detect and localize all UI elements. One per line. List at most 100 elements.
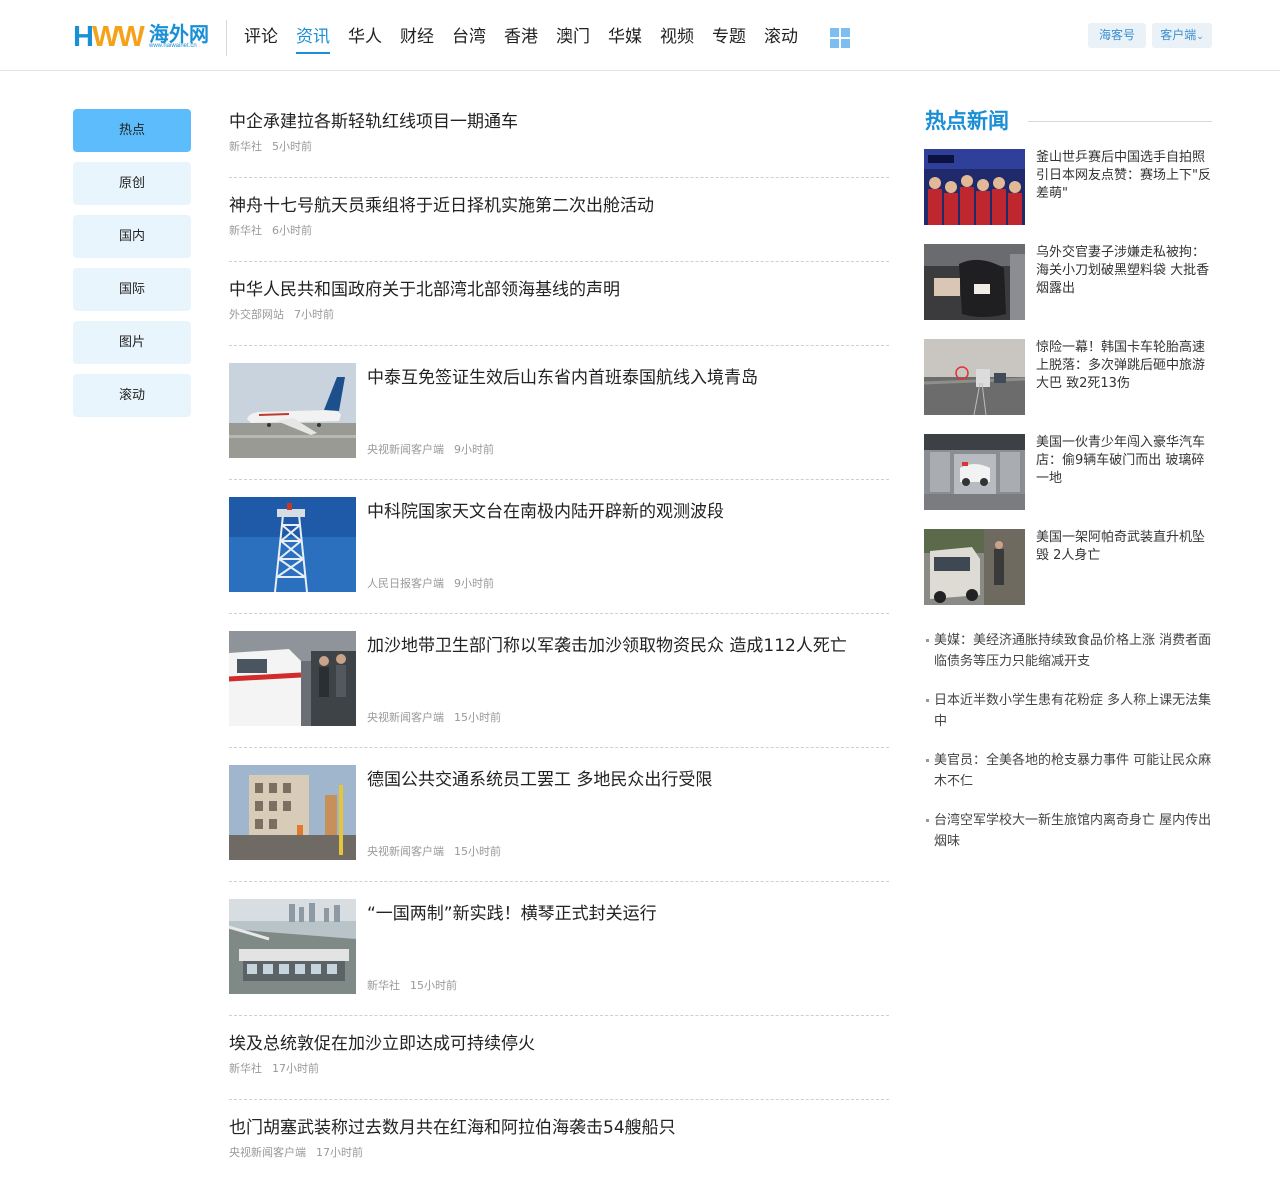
site-logo[interactable]: HWW 海外网 www.haiwainet.cn [73,22,213,52]
category-menu: 热点 原创 国内 国际 图片 滚动 [73,109,191,427]
nav-item-chinese-media[interactable]: 华媒 [608,24,642,54]
news-meta: 央视新闻客户端 9小时前 [367,443,494,457]
hot-news-text[interactable]: 美国一架阿帕奇武装直升机坠毁 2人身亡 [1036,529,1212,565]
menu-item-rolling[interactable]: 滚动 [73,374,191,417]
news-source: 央视新闻客户端 [367,711,444,724]
news-title[interactable]: 中科院国家天文台在南极内陆开辟新的观测波段 [367,500,724,524]
news-item: “一国两制”新实践！横琴正式封关运行 新华社 15小时前 [229,882,889,1016]
news-meta: 人民日报客户端 9小时前 [367,577,494,591]
hot-news-thumbnail-cigarettes[interactable] [924,244,1025,320]
news-source: 新华社 [229,140,262,153]
news-title[interactable]: 德国公共交通系统员工罢工 多地民众出行受限 [367,768,712,792]
nav-item-taiwan[interactable]: 台湾 [452,24,486,54]
hot-news-thumbnail-players[interactable] [924,149,1025,225]
hot-news-item: 美国一伙青少年闯入豪华汽车店：偷9辆车破门而出 玻璃碎一地 [924,434,1214,529]
news-meta: 新华社 17小时前 [229,1062,319,1076]
news-source: 新华社 [367,979,400,992]
news-source: 央视新闻客户端 [367,443,444,456]
news-title[interactable]: 中企承建拉各斯轻轨红线项目一期通车 [229,110,518,134]
hot-news-heading: 热点新闻 [925,108,1009,133]
hot-news-divider [1028,121,1212,122]
news-source: 新华社 [229,224,262,237]
news-item: 中华人民共和国政府关于北部湾北部领海基线的声明 外交部网站 7小时前 [229,262,889,346]
hot-news-bullets: 美媒：美经济通胀持续致食品价格上涨 消费者面临债务等压力只能缩减开支 日本近半数… [924,630,1214,870]
news-meta: 央视新闻客户端 15小时前 [367,845,501,859]
menu-item-domestic[interactable]: 国内 [73,215,191,258]
bullet-news-link[interactable]: 美媒：美经济通胀持续致食品价格上涨 消费者面临债务等压力只能缩减开支 [924,630,1214,672]
menu-item-original[interactable]: 原创 [73,162,191,205]
bullet-news-link[interactable]: 美官员：全美各地的枪支暴力事件 可能让民众麻木不仁 [924,750,1214,792]
news-thumbnail-port[interactable] [229,899,356,994]
nav-item-news[interactable]: 资讯 [296,24,330,54]
news-time: 9小时前 [454,443,494,456]
news-meta: 央视新闻客户端 17小时前 [229,1146,363,1160]
news-time: 9小时前 [454,577,494,590]
nav-item-commentary[interactable]: 评论 [244,24,278,54]
news-item: 德国公共交通系统员工罢工 多地民众出行受限 央视新闻客户端 15小时前 [229,748,889,882]
news-title[interactable]: 加沙地带卫生部门称以军袭击加沙领取物资民众 造成112人死亡 [367,634,847,658]
news-meta: 新华社 5小时前 [229,140,312,154]
news-time: 5小时前 [272,140,312,153]
news-source: 新华社 [229,1062,262,1075]
grid-menu-icon[interactable] [830,28,850,48]
menu-item-international[interactable]: 国际 [73,268,191,311]
news-title[interactable]: 中泰互免签证生效后山东省内首班泰国航线入境青岛 [367,366,758,390]
hot-news-thumbnail-highway[interactable] [924,339,1025,415]
news-meta: 外交部网站 7小时前 [229,308,334,322]
nav-item-video[interactable]: 视频 [660,24,694,54]
news-title[interactable]: 埃及总统敦促在加沙立即达成可持续停火 [229,1032,535,1056]
nav-item-macau[interactable]: 澳门 [556,24,590,54]
news-time: 15小时前 [454,711,501,724]
news-thumbnail-street[interactable] [229,765,356,860]
news-thumbnail-tower[interactable] [229,497,356,592]
hot-news-text[interactable]: 乌外交官妻子涉嫌走私被拘：海关小刀划破黑塑料袋 大批香烟露出 [1036,244,1212,298]
news-time: 17小时前 [272,1062,319,1075]
nav-item-overseas-chinese[interactable]: 华人 [348,24,382,54]
news-meta: 新华社 15小时前 [367,979,457,993]
bullet-news-link[interactable]: 台湾空军学校大一新生旅馆内离奇身亡 屋内传出烟味 [924,810,1214,852]
news-item: 加沙地带卫生部门称以军袭击加沙领取物资民众 造成112人死亡 央视新闻客户端 15… [229,614,889,748]
news-item: 中企承建拉各斯轻轨红线项目一期通车 新华社 5小时前 [229,94,889,178]
hot-news-text[interactable]: 惊险一幕！韩国卡车轮胎高速上脱落：多次弹跳后砸中旅游大巴 致2死13伤 [1036,339,1212,393]
hot-news-item: 乌外交官妻子涉嫌走私被拘：海关小刀划破黑塑料袋 大批香烟露出 [924,244,1214,339]
logo-divider [226,20,227,56]
news-item: 埃及总统敦促在加沙立即达成可持续停火 新华社 17小时前 [229,1016,889,1100]
hot-news-text[interactable]: 釜山世乒赛后中国选手自拍照引日本网友点赞：赛场上下"反差萌" [1036,149,1212,203]
hot-news-thumbnail-truck[interactable] [924,529,1025,605]
bullet-news-link[interactable]: 日本近半数小学生患有花粉症 多人称上课无法集中 [924,690,1214,732]
news-thumbnail-airplane[interactable] [229,363,356,458]
news-meta: 新华社 6小时前 [229,224,312,238]
hot-news-text[interactable]: 美国一伙青少年闯入豪华汽车店：偷9辆车破门而出 玻璃碎一地 [1036,434,1212,488]
news-item: 也门胡塞武装称过去数月共在红海和阿拉伯海袭击54艘船只 央视新闻客户端 17小时前 [229,1100,889,1184]
news-source: 人民日报客户端 [367,577,444,590]
site-header: HWW 海外网 www.haiwainet.cn 评论 资讯 华人 财经 台湾 … [0,0,1280,71]
main-nav: 评论 资讯 华人 财经 台湾 香港 澳门 华媒 视频 专题 滚动 [244,24,816,54]
news-source: 央视新闻客户端 [367,845,444,858]
news-list: 中企承建拉各斯轻轨红线项目一期通车 新华社 5小时前 神舟十七号航天员乘组将于近日… [229,94,889,1184]
nav-item-rolling[interactable]: 滚动 [764,24,798,54]
chevron-down-icon: ⌄ [1196,32,1204,42]
logo-url: www.haiwainet.cn [149,43,197,49]
logo-mark: HWW [73,21,145,53]
menu-item-pictures[interactable]: 图片 [73,321,191,364]
news-title[interactable]: 也门胡塞武装称过去数月共在红海和阿拉伯海袭击54艘船只 [229,1116,676,1140]
news-title[interactable]: “一国两制”新实践！横琴正式封关运行 [367,902,657,926]
hot-news-item: 釜山世乒赛后中国选手自拍照引日本网友点赞：赛场上下"反差萌" [924,149,1214,244]
news-item: 中泰互免签证生效后山东省内首班泰国航线入境青岛 央视新闻客户端 9小时前 [229,346,889,480]
hot-news-item: 美国一架阿帕奇武装直升机坠毁 2人身亡 [924,529,1214,624]
news-title[interactable]: 中华人民共和国政府关于北部湾北部领海基线的声明 [229,278,620,302]
hot-news-thumbnail-cctv[interactable] [924,434,1025,510]
haike-account-button[interactable]: 海客号 [1088,23,1146,48]
menu-item-hot[interactable]: 热点 [73,109,191,152]
hot-news-item: 惊险一幕！韩国卡车轮胎高速上脱落：多次弹跳后砸中旅游大巴 致2死13伤 [924,339,1214,434]
news-title[interactable]: 神舟十七号航天员乘组将于近日择机实施第二次出舱活动 [229,194,654,218]
news-item: 神舟十七号航天员乘组将于近日择机实施第二次出舱活动 新华社 6小时前 [229,178,889,262]
nav-item-hongkong[interactable]: 香港 [504,24,538,54]
nav-item-topics[interactable]: 专题 [712,24,746,54]
news-time: 6小时前 [272,224,312,237]
news-time: 7小时前 [294,308,334,321]
client-app-label: 客户端 [1160,28,1197,42]
nav-item-finance[interactable]: 财经 [400,24,434,54]
news-thumbnail-ambulance[interactable] [229,631,356,726]
client-app-button[interactable]: 客户端⌄ [1152,23,1212,48]
